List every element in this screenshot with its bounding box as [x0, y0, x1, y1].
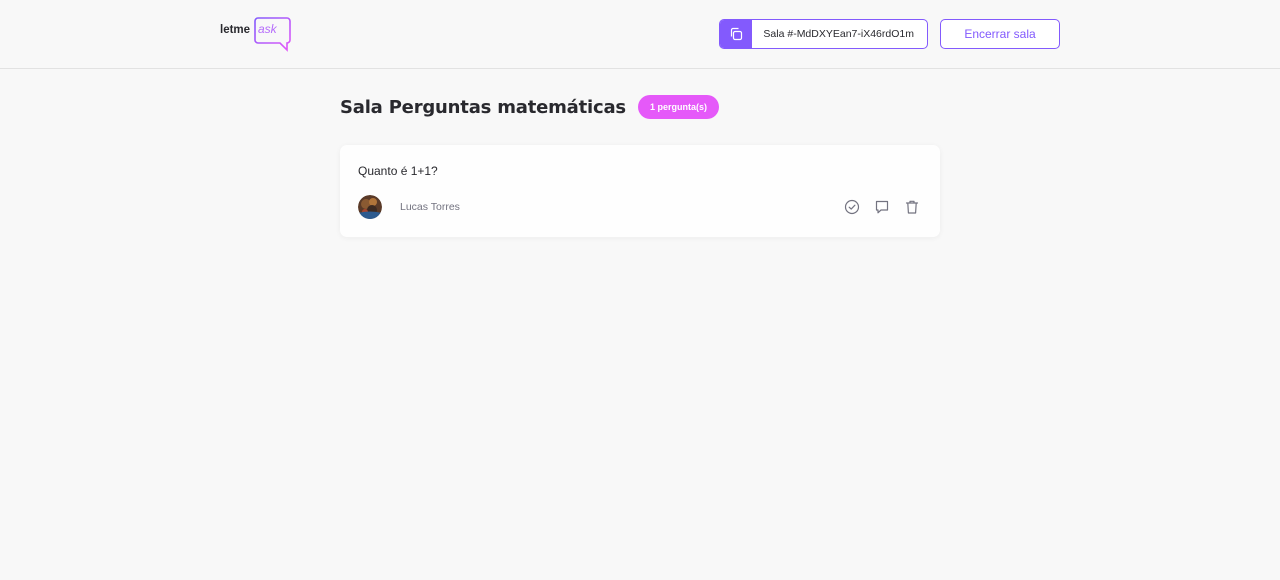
question-author: Lucas Torres	[358, 195, 460, 219]
copy-icon[interactable]	[720, 20, 753, 48]
question-count-badge: 1 pergunta(s)	[637, 95, 719, 119]
page-header: letme ask Sala #-MdDXYEan7-iX46rdO1m Enc…	[0, 0, 1280, 69]
main-content: Sala Perguntas matemáticas 1 pergunta(s)…	[340, 95, 940, 237]
room-code-button[interactable]: Sala #-MdDXYEan7-iX46rdO1m	[719, 19, 928, 49]
room-title-row: Sala Perguntas matemáticas 1 pergunta(s)	[340, 95, 940, 119]
room-code-label: Sala #-MdDXYEan7-iX46rdO1m	[763, 28, 914, 40]
question-actions	[832, 197, 922, 217]
author-name: Lucas Torres	[400, 201, 460, 213]
logo-text-letme: letme	[220, 24, 250, 36]
answer-icon[interactable]	[872, 197, 892, 217]
trash-icon[interactable]	[902, 197, 922, 217]
logo-text-ask: ask	[258, 22, 278, 36]
question-content: Quanto é 1+1?	[358, 164, 438, 178]
end-room-button[interactable]: Encerrar sala	[940, 19, 1060, 49]
avatar	[358, 195, 382, 219]
header-content: letme ask Sala #-MdDXYEan7-iX46rdO1m Enc…	[220, 0, 1060, 68]
page-title: Sala Perguntas matemáticas	[340, 96, 626, 118]
header-actions: Sala #-MdDXYEan7-iX46rdO1m Encerrar sala	[719, 19, 1060, 49]
letmeask-logo[interactable]: letme ask	[220, 16, 292, 52]
logo-graphic: letme ask	[220, 17, 291, 52]
question-card: Quanto é 1+1? Lucas Torres	[340, 145, 940, 237]
check-icon[interactable]	[842, 197, 862, 217]
